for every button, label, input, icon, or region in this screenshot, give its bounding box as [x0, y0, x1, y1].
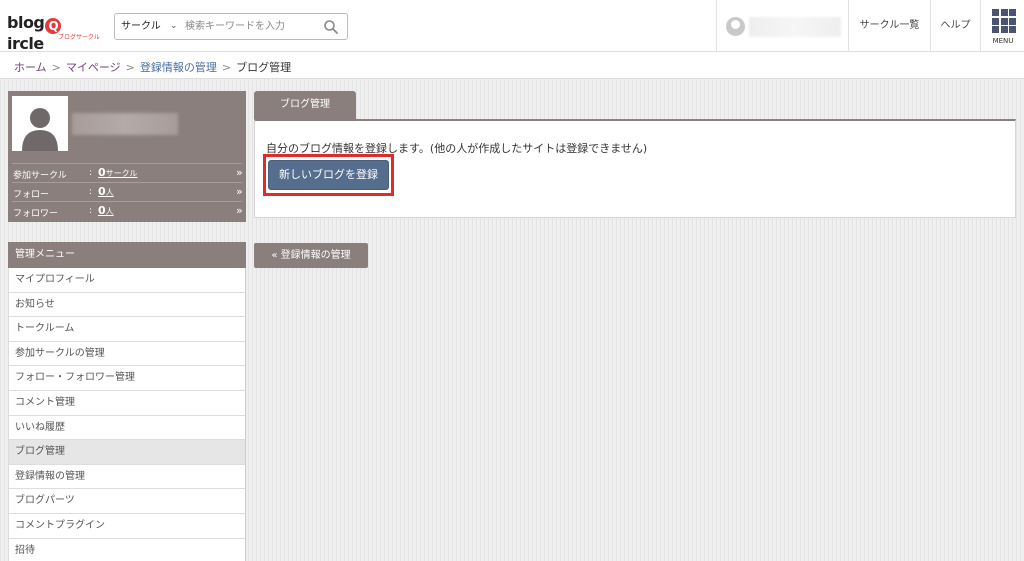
stat-followers[interactable]: フォロワー : 0人 »	[12, 201, 243, 220]
menu-item-notices[interactable]: お知らせ	[8, 292, 246, 318]
back-to-registration-button[interactable]: « 登録情報の管理	[254, 243, 368, 268]
profile-avatar[interactable]	[12, 96, 68, 151]
menu-item-comment-management[interactable]: コメント管理	[8, 390, 246, 416]
menu-item-comment-plugin[interactable]: コメントプラグイン	[8, 513, 246, 539]
default-user-icon	[12, 96, 68, 151]
breadcrumb-home[interactable]: ホーム	[14, 61, 47, 74]
menu-item-registration-info[interactable]: 登録情報の管理	[8, 464, 246, 490]
menu-item-my-profile[interactable]: マイプロフィール	[8, 268, 246, 293]
chevron-down-icon: ⌄	[170, 21, 178, 31]
user-avatar	[726, 17, 745, 36]
breadcrumb-separator: >	[221, 61, 232, 74]
profile-card: 参加サークル : 0サークル » フォロー : 0人 » フォロワー : 0人 …	[8, 91, 246, 222]
stat-label: フォロワー	[13, 209, 59, 219]
tab-blog-management[interactable]: ブログ管理	[254, 91, 356, 119]
breadcrumb-bar: ホーム > マイページ > 登録情報の管理 > ブログ管理	[0, 52, 1024, 79]
stat-label: 参加サークル	[13, 171, 67, 181]
double-chevron-right-icon: »	[236, 185, 243, 198]
search-category-select[interactable]: サークル ⌄	[115, 14, 183, 39]
stat-following[interactable]: フォロー : 0人 »	[12, 182, 243, 201]
top-header: blogQircle ブログサークル サークル ⌄ サークル一覧 ヘルプ MEN…	[0, 0, 1024, 53]
menu-label: MENU	[992, 37, 1014, 45]
stat-colon: :	[89, 187, 93, 197]
breadcrumb: ホーム > マイページ > 登録情報の管理 > ブログ管理	[14, 59, 291, 75]
search-box: サークル ⌄	[114, 13, 348, 40]
grid-menu-icon	[992, 9, 1016, 33]
search-category-label: サークル	[121, 21, 161, 32]
menu-item-blog-management[interactable]: ブログ管理	[8, 440, 246, 465]
stat-label: フォロー	[13, 190, 50, 200]
circle-list-link[interactable]: サークル一覧	[848, 0, 930, 52]
breadcrumb-separator: >	[125, 61, 135, 74]
stat-value-link[interactable]: 0人	[98, 185, 114, 198]
breadcrumb-separator: >	[51, 61, 61, 74]
side-menu: マイプロフィール お知らせ トークルーム 参加サークルの管理 フォロー・フォロワ…	[8, 268, 246, 561]
stat-circles[interactable]: 参加サークル : 0サークル »	[12, 163, 243, 182]
search-input[interactable]	[185, 16, 315, 37]
side-menu-title: 管理メニュー	[8, 242, 246, 268]
menu-item-invite[interactable]: 招待	[8, 538, 246, 561]
menu-item-circle-management[interactable]: 参加サークルの管理	[8, 341, 246, 367]
menu-button[interactable]: MENU	[980, 0, 1024, 52]
search-icon[interactable]	[323, 19, 339, 35]
double-chevron-right-icon: »	[236, 166, 243, 179]
logo-subtitle: ブログサークル	[58, 34, 100, 41]
stat-value-link[interactable]: 0サークル	[98, 166, 137, 179]
stat-colon: :	[89, 168, 93, 178]
register-new-blog-button[interactable]: 新しいブログを登録	[268, 160, 389, 190]
user-account-menu[interactable]	[716, 0, 848, 52]
stat-value-link[interactable]: 0人	[98, 204, 114, 217]
blurred-profile-name	[72, 113, 178, 135]
menu-item-follow-management[interactable]: フォロー・フォロワー管理	[8, 366, 246, 391]
double-chevron-right-icon: »	[236, 204, 243, 217]
breadcrumb-mypage[interactable]: マイページ	[66, 61, 121, 74]
stat-colon: :	[89, 206, 93, 216]
blog-management-panel: 自分のブログ情報を登録します。(他の人が作成したサイトは登録できません) 新しい…	[254, 119, 1016, 218]
menu-item-like-history[interactable]: いいね履歴	[8, 415, 246, 441]
help-link[interactable]: ヘルプ	[930, 0, 980, 52]
blurred-username	[749, 17, 841, 37]
menu-item-blog-parts[interactable]: ブログパーツ	[8, 489, 246, 514]
menu-item-talk-room[interactable]: トークルーム	[8, 317, 246, 342]
breadcrumb-registration[interactable]: 登録情報の管理	[140, 61, 217, 74]
breadcrumb-current: ブログ管理	[236, 61, 292, 74]
